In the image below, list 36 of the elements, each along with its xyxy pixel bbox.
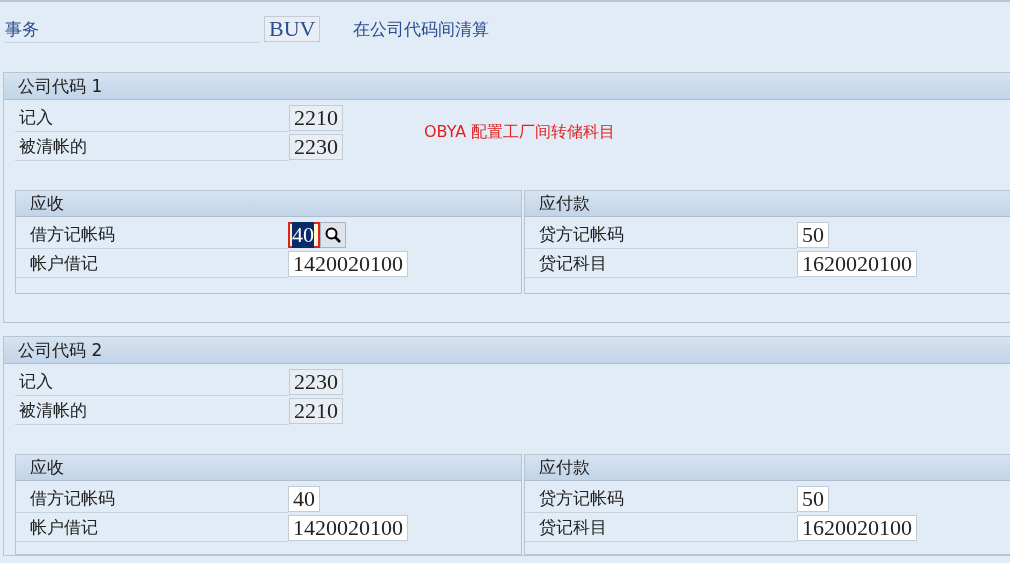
input-field[interactable]: 2230 bbox=[289, 368, 343, 395]
field-label: 记入 bbox=[15, 367, 289, 396]
field-label: 借方记帐码 bbox=[16, 484, 288, 513]
input-field[interactable]: 2210 bbox=[289, 397, 343, 424]
field-label: 贷记科目 bbox=[525, 513, 797, 542]
search-help-button[interactable] bbox=[320, 221, 346, 248]
field-label: 借方记帐码 bbox=[16, 220, 288, 249]
input-field[interactable]: 2230 bbox=[289, 133, 343, 160]
field-label: 贷方记帐码 bbox=[525, 484, 797, 513]
input-field[interactable]: 50 bbox=[797, 485, 829, 512]
field-label: 贷方记帐码 bbox=[525, 220, 797, 249]
field-label: 记入 bbox=[15, 103, 289, 132]
field-label: 被清帐的 bbox=[15, 132, 289, 161]
input-field[interactable]: 40 bbox=[288, 221, 320, 248]
input-field[interactable]: 1420020100 bbox=[288, 250, 408, 277]
input-field[interactable]: 50 bbox=[797, 221, 829, 248]
subgroup-title: 应收 bbox=[16, 455, 521, 481]
input-field[interactable]: 2210 bbox=[289, 104, 343, 131]
field-label: 帐户借记 bbox=[16, 513, 288, 542]
input-field[interactable]: 1620020100 bbox=[797, 250, 917, 277]
subgroup-title: 应付款 bbox=[525, 191, 1010, 217]
input-field[interactable]: BUV bbox=[264, 16, 321, 42]
input-field[interactable]: 40 bbox=[288, 485, 320, 512]
field-label: 事务 bbox=[5, 15, 259, 43]
description-text: 在公司代码间清算 bbox=[353, 17, 490, 41]
input-field[interactable]: 1420020100 bbox=[288, 514, 408, 541]
field-label: 贷记科目 bbox=[525, 249, 797, 278]
input-field[interactable]: 1620020100 bbox=[797, 514, 917, 541]
field-label: 帐户借记 bbox=[16, 249, 288, 278]
search-icon bbox=[324, 225, 342, 244]
field-label: 被清帐的 bbox=[15, 396, 289, 425]
group-title: 公司代码 1 bbox=[4, 73, 1010, 100]
group-title: 公司代码 2 bbox=[4, 337, 1010, 364]
subgroup-title: 应收 bbox=[16, 191, 521, 217]
subgroup-title: 应付款 bbox=[525, 455, 1010, 481]
annotation-text: OBYA 配置工厂间转储科目 bbox=[424, 122, 616, 143]
